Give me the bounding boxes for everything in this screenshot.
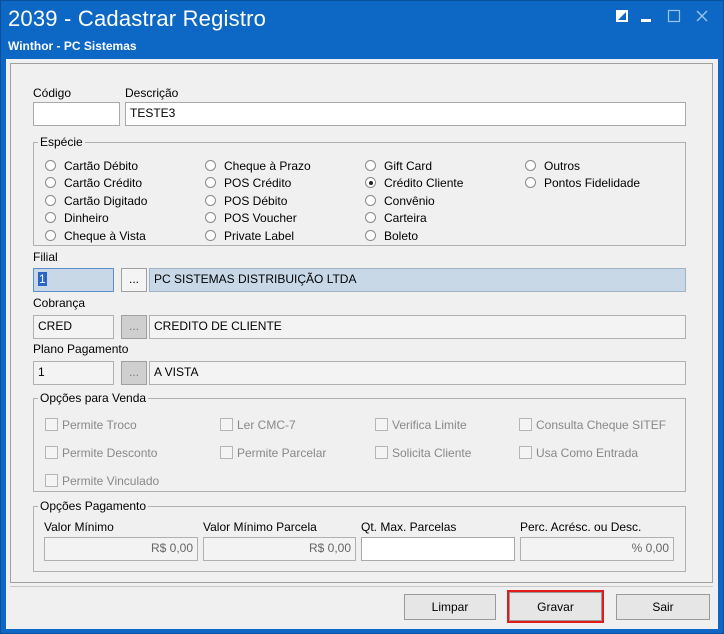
radio-cheque-a-prazo[interactable]: Cheque à Prazo [205, 158, 311, 174]
maximize-icon[interactable] [667, 7, 685, 25]
chk-solicita-cliente[interactable]: Solicita Cliente [375, 445, 471, 461]
cobranca-label: Cobrança [33, 296, 86, 310]
cobranca-lookup-button[interactable]: ... [121, 315, 147, 339]
bottom-separator [10, 586, 713, 587]
radio-carteira[interactable]: Carteira [365, 210, 427, 226]
checkbox-box [45, 446, 58, 459]
window-subtitle: Winthor - PC Sistemas [8, 39, 137, 53]
radio-private-label[interactable]: Private Label [205, 228, 294, 244]
descricao-input[interactable]: TESTE3 [125, 102, 686, 126]
radio-circle [205, 195, 216, 206]
radio-cartao-credito[interactable]: Cartão Crédito [45, 175, 142, 191]
form-panel: Código Descrição TESTE3 Espécie Cartão D… [10, 63, 713, 583]
radio-convenio[interactable]: Convênio [365, 193, 435, 209]
opcoes-pagamento-title: Opções Pagamento [38, 499, 149, 513]
chk-permite-troco[interactable]: Permite Troco [45, 417, 137, 433]
chk-verifica-limite[interactable]: Verifica Limite [375, 417, 467, 433]
radio-circle [365, 212, 376, 223]
chk-ler-cmc7[interactable]: Ler CMC-7 [220, 417, 296, 433]
radio-dinheiro[interactable]: Dinheiro [45, 210, 109, 226]
descricao-label: Descrição [125, 86, 179, 100]
especie-title: Espécie [38, 135, 85, 149]
chk-permite-vinculado[interactable]: Permite Vinculado [45, 473, 159, 489]
gravar-button[interactable]: Gravar [507, 590, 604, 623]
limpar-button[interactable]: Limpar [404, 594, 496, 620]
chk-permite-desconto[interactable]: Permite Desconto [45, 445, 157, 461]
radio-circle [45, 160, 56, 171]
radio-circle [205, 212, 216, 223]
radio-circle [365, 230, 376, 241]
radio-pos-voucher[interactable]: POS Voucher [205, 210, 297, 226]
checkbox-box [375, 446, 388, 459]
checkbox-box [45, 418, 58, 431]
plano-lookup-button[interactable]: ... [121, 361, 147, 385]
radio-circle [205, 177, 216, 188]
checkbox-box [519, 418, 532, 431]
opcoes-venda-title: Opções para Venda [38, 391, 149, 405]
radio-cartao-debito[interactable]: Cartão Débito [45, 158, 138, 174]
chk-permite-parcelar[interactable]: Permite Parcelar [220, 445, 326, 461]
checkbox-box [220, 446, 233, 459]
filial-name-field: PC SISTEMAS DISTRIBUIÇÃO LTDA [149, 268, 686, 292]
qt-max-parcelas-label: Qt. Max. Parcelas [361, 520, 457, 534]
filial-lookup-button[interactable]: ... [121, 268, 147, 292]
perc-acresc-label: Perc. Acrésc. ou Desc. [520, 520, 642, 534]
client-area: Código Descrição TESTE3 Espécie Cartão D… [6, 59, 718, 629]
filial-label: Filial [33, 250, 58, 264]
radio-cheque-a-vista[interactable]: Cheque à Vista [45, 228, 146, 244]
radio-circle [205, 160, 216, 171]
restore-icon[interactable] [615, 7, 633, 25]
radio-pos-credito[interactable]: POS Crédito [205, 175, 291, 191]
valor-minimo-label: Valor Mínimo [44, 520, 114, 534]
qt-max-parcelas-input[interactable] [361, 537, 515, 561]
opcoes-pagamento-group: Opções Pagamento Valor Mínimo R$ 0,00 Va… [33, 499, 686, 572]
radio-circle [45, 230, 56, 241]
valor-minimo-input[interactable]: R$ 0,00 [44, 537, 198, 561]
chk-usa-como-entrada[interactable]: Usa Como Entrada [519, 445, 638, 461]
checkbox-box [220, 418, 233, 431]
plano-code-input[interactable]: 1 [33, 361, 114, 385]
filial-code-input[interactable]: 1 [33, 268, 114, 292]
cobranca-name-field: CREDITO DE CLIENTE [149, 315, 686, 339]
checkbox-box [375, 418, 388, 431]
radio-pos-debito[interactable]: POS Débito [205, 193, 287, 209]
valor-minimo-parcela-input[interactable]: R$ 0,00 [203, 537, 356, 561]
radio-credito-cliente[interactable]: Crédito Cliente [365, 175, 463, 191]
close-icon[interactable] [695, 7, 713, 25]
sair-button[interactable]: Sair [616, 594, 710, 620]
chk-consulta-cheque-sitef[interactable]: Consulta Cheque SITEF [519, 417, 666, 433]
opcoes-venda-group: Opções para Venda Permite Troco Ler CMC-… [33, 391, 686, 492]
cobranca-code-input[interactable]: CRED [33, 315, 114, 339]
perc-acresc-input[interactable]: % 0,00 [520, 537, 674, 561]
radio-circle [45, 212, 56, 223]
checkbox-box [519, 446, 532, 459]
radio-pontos-fidelidade[interactable]: Pontos Fidelidade [525, 175, 640, 191]
plano-label: Plano Pagamento [33, 342, 129, 356]
minimize-icon[interactable] [639, 7, 657, 25]
radio-cartao-digitado[interactable]: Cartão Digitado [45, 193, 147, 209]
checkbox-box [45, 474, 58, 487]
radio-circle [45, 195, 56, 206]
radio-circle [525, 160, 536, 171]
radio-circle [525, 177, 536, 188]
valor-minimo-parcela-label: Valor Mínimo Parcela [203, 520, 317, 534]
plano-name-field: A VISTA [149, 361, 686, 385]
window-title: 2039 - Cadastrar Registro [8, 6, 267, 31]
codigo-input[interactable] [33, 102, 120, 126]
app-window: 2039 - Cadastrar Registro Winthor - PC S… [0, 0, 724, 634]
radio-circle-selected [365, 177, 376, 188]
radio-outros[interactable]: Outros [525, 158, 580, 174]
title-bar[interactable]: 2039 - Cadastrar Registro Winthor - PC S… [1, 1, 723, 57]
radio-circle [205, 230, 216, 241]
especie-group: Espécie Cartão Débito Cartão Crédito Car… [33, 135, 686, 246]
radio-circle [45, 177, 56, 188]
radio-gift-card[interactable]: Gift Card [365, 158, 432, 174]
radio-circle [365, 160, 376, 171]
codigo-label: Código [33, 86, 72, 100]
radio-boleto[interactable]: Boleto [365, 228, 418, 244]
radio-circle [365, 195, 376, 206]
